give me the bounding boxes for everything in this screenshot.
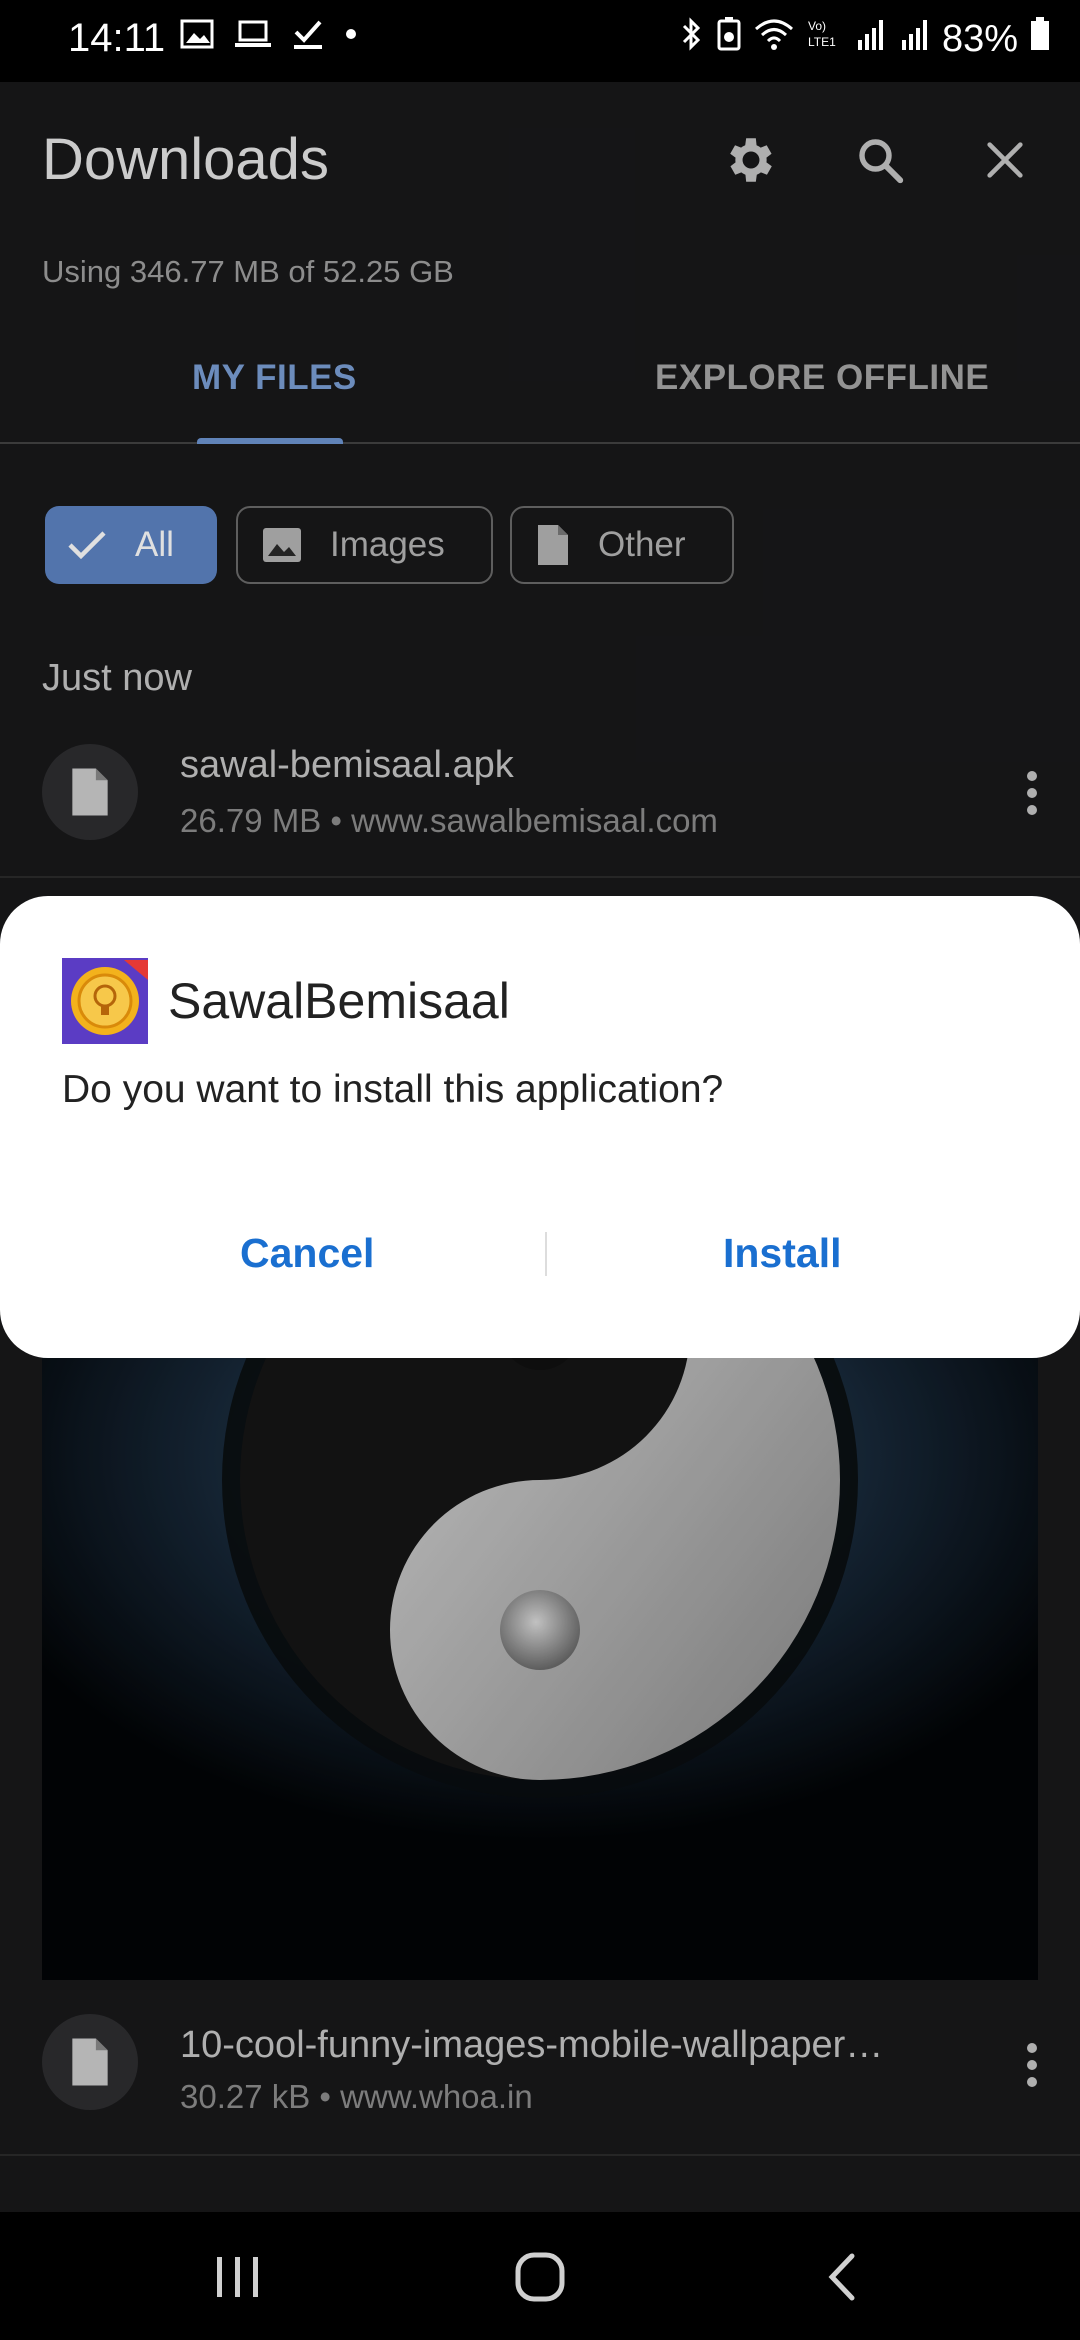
back-icon [828, 2253, 855, 2301]
gallery-notification-icon [180, 19, 214, 54]
recent-apps-button[interactable] [198, 2242, 278, 2312]
dialog-message: Do you want to install this application? [62, 1068, 724, 1111]
bluetooth-icon [680, 16, 704, 62]
signal-sim2-icon [898, 16, 930, 62]
battery-saver-icon [716, 16, 742, 62]
laptop-notification-icon [234, 19, 272, 54]
battery-percent: 83% [941, 17, 1018, 60]
home-button[interactable] [500, 2242, 580, 2312]
battery-icon [1030, 17, 1050, 61]
cancel-button[interactable]: Cancel [240, 1230, 374, 1277]
sawalbemisaal-app-icon [62, 958, 148, 1044]
back-button[interactable] [802, 2242, 882, 2312]
task-notification-icon [292, 18, 324, 55]
more-notifications-dot-icon [344, 27, 358, 46]
volte-lte-icon: Vo) LTE1 [806, 16, 842, 62]
screen: 14:11 Vo) LTE1 83% Downloads Using 346.7… [0, 0, 1080, 2340]
dialog-title: SawalBemisaal [168, 973, 510, 1029]
wifi-icon [754, 17, 794, 61]
svg-text:LTE1: LTE1 [808, 35, 836, 49]
signal-sim1-icon [854, 16, 886, 62]
app-icon [62, 958, 148, 1044]
notification-icons [180, 18, 358, 55]
install-dialog: SawalBemisaal Do you want to install thi… [0, 896, 1080, 1358]
status-bar: 14:11 Vo) LTE1 83% [0, 0, 1080, 82]
button-separator [545, 1232, 547, 1276]
navigation-bar [0, 2212, 1080, 2340]
home-icon [515, 2252, 565, 2302]
recent-apps-icon [217, 2257, 258, 2297]
svg-text:Vo): Vo) [808, 19, 826, 33]
install-button[interactable]: Install [723, 1230, 841, 1277]
status-time: 14:11 [68, 16, 166, 60]
status-right: Vo) LTE1 83% [680, 16, 1050, 62]
